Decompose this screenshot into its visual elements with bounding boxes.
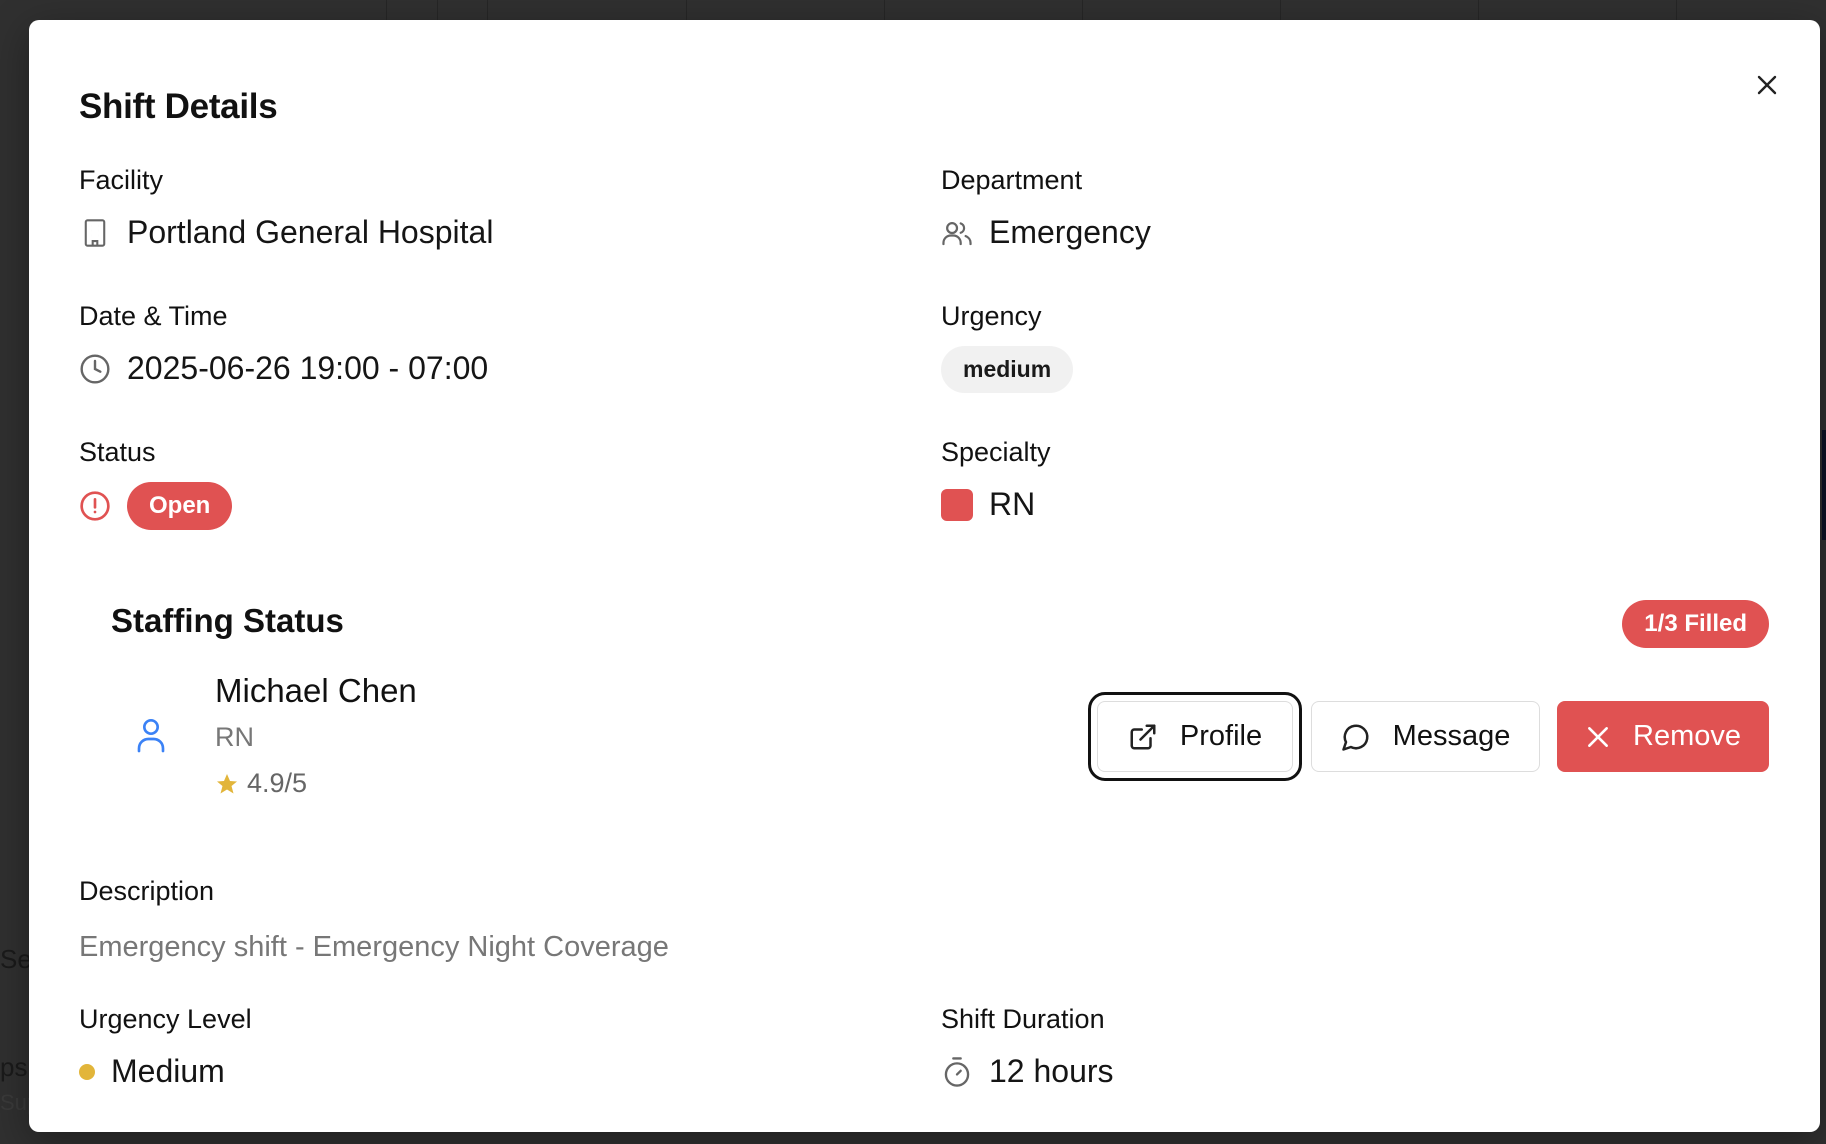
urgency-level-field: Urgency Level Medium: [79, 1004, 252, 1090]
user-icon: [135, 717, 167, 758]
specialty-value: RN: [989, 486, 1036, 522]
specialty-label: Specialty: [941, 437, 1051, 467]
shift-details-modal: Shift Details Facility Portland General …: [29, 20, 1820, 1132]
department-value: Emergency: [989, 214, 1151, 250]
building-icon: [79, 217, 111, 249]
date-time-field: Date & Time 2025-06-26 19:00 - 07:00: [79, 301, 488, 387]
specialty-color-swatch: [941, 488, 973, 521]
staff-rating-value: 4.9/5: [247, 768, 308, 798]
department-field: Department Emergency: [941, 165, 1151, 251]
urgency-level-dot: [79, 1063, 95, 1080]
message-circle-icon: [1341, 724, 1369, 751]
shift-duration-field: Shift Duration 12 hours: [941, 1004, 1114, 1090]
background-text-fragment: ps: [0, 1052, 28, 1082]
department-label: Department: [941, 165, 1083, 195]
facility-field: Facility Portland General Hospital: [79, 165, 493, 251]
users-icon: [941, 217, 973, 249]
description-field: Description Emergency shift - Emergency …: [79, 876, 669, 964]
shift-duration-label: Shift Duration: [941, 1004, 1105, 1034]
star-icon: [217, 773, 237, 793]
date-time-label: Date & Time: [79, 301, 228, 331]
staffing-status-title: Staffing Status: [111, 602, 344, 639]
profile-button-label: Profile: [1179, 720, 1263, 752]
message-button[interactable]: Message: [1311, 701, 1540, 772]
close-icon: [1588, 726, 1608, 747]
facility-value: Portland General Hospital: [127, 214, 494, 250]
close-button[interactable]: [1752, 70, 1782, 100]
status-badge: Open: [127, 482, 233, 530]
status-label: Status: [79, 437, 156, 467]
facility-label: Facility: [79, 165, 164, 195]
urgency-badge: medium: [941, 346, 1074, 393]
filled-count-badge: 1/3 Filled: [1622, 600, 1769, 648]
shift-duration-value: 12 hours: [989, 1053, 1114, 1089]
alert-circle-icon: [79, 490, 111, 522]
urgency-level-label: Urgency Level: [79, 1004, 252, 1034]
close-icon: [1757, 75, 1777, 95]
staffing-status-section: Staffing Status 1/3 Filled Michael Chen …: [111, 580, 1769, 825]
remove-button[interactable]: Remove: [1557, 701, 1769, 772]
date-time-value: 2025-06-26 19:00 - 07:00: [127, 350, 489, 386]
urgency-label: Urgency: [941, 301, 1042, 331]
remove-button-label: Remove: [1633, 720, 1741, 752]
staff-role: RN: [215, 722, 254, 752]
message-button-label: Message: [1392, 720, 1511, 752]
external-link-icon: [1130, 724, 1156, 749]
staff-rating: 4.9/5: [215, 768, 307, 799]
description-label: Description: [79, 876, 215, 906]
staff-name: Michael Chen: [215, 672, 417, 709]
urgency-field: Urgency medium: [941, 301, 1074, 393]
profile-button[interactable]: Profile: [1088, 692, 1302, 781]
specialty-field: Specialty RN: [941, 437, 1051, 523]
urgency-level-value: Medium: [111, 1053, 225, 1089]
clock-icon: [79, 353, 111, 385]
timer-icon: [941, 1056, 973, 1088]
description-value: Emergency shift - Emergency Night Covera…: [79, 931, 669, 963]
status-field: Status Open: [79, 437, 233, 530]
modal-title: Shift Details: [79, 87, 278, 126]
